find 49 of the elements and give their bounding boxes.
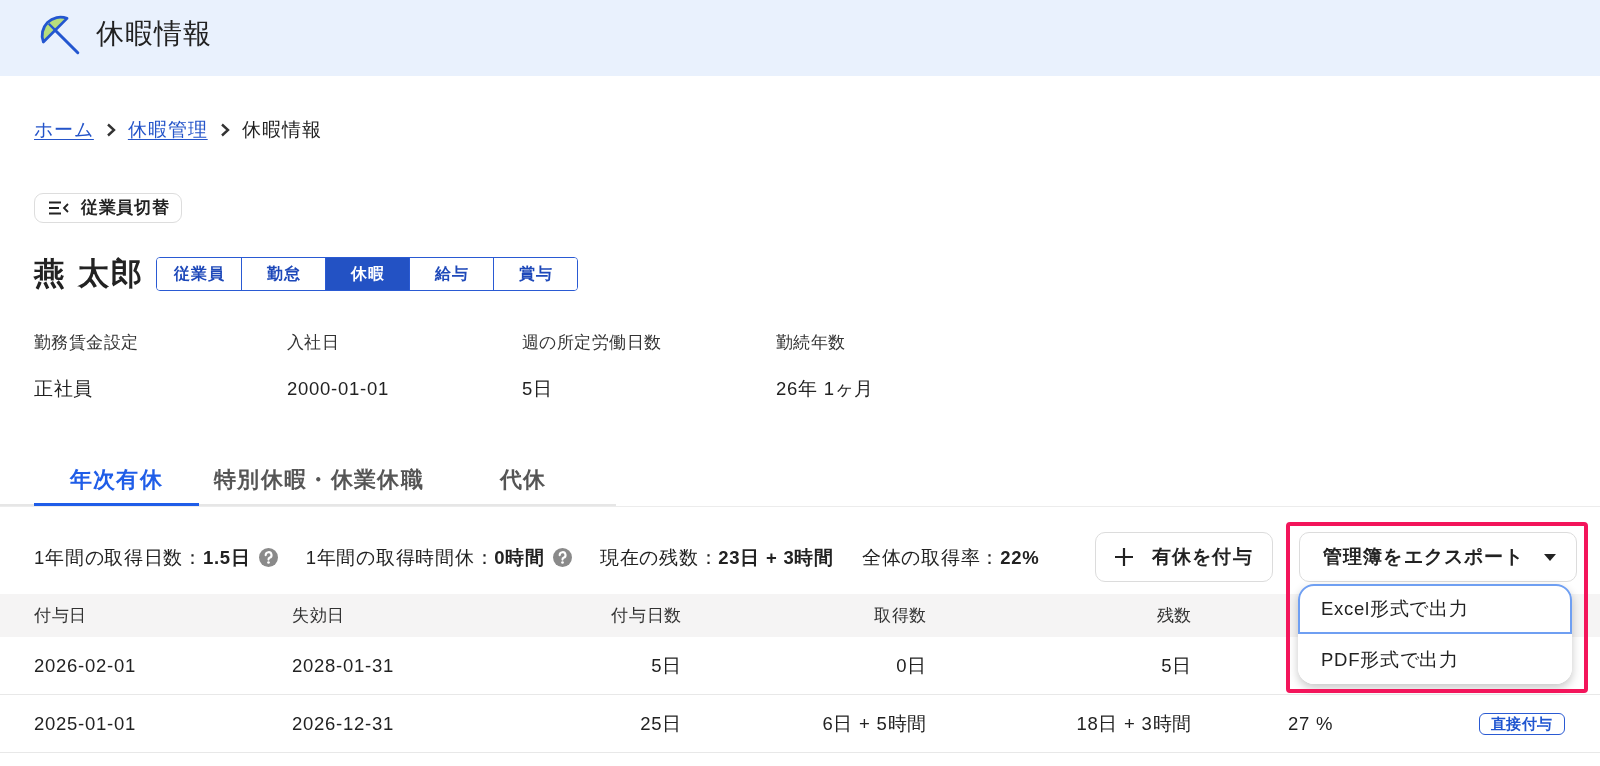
export-button[interactable]: 管理簿をエクスポート [1299, 532, 1577, 582]
info-value: 26年 1ヶ月 [776, 378, 876, 400]
info-value: 2000-01-01 [287, 378, 391, 400]
menu-item[interactable]: PDF形式で出力 [1298, 634, 1572, 684]
column-header: 付与日 [33, 604, 88, 626]
stat-text: 現在の残数：23日 + 3時間 [599, 545, 834, 570]
table-cell-text: 27 % [1287, 712, 1335, 735]
leave-type-tab[interactable]: 代休 [439, 458, 607, 506]
section-tab[interactable]: 休暇 [325, 258, 410, 290]
table-cell-text: 2028-01-31 [291, 654, 396, 677]
table-cell-text: 18日 + 3時間 [1075, 712, 1193, 736]
plus-icon [1115, 548, 1133, 566]
stat-text: 1年間の取得日数：1.5日 [34, 545, 251, 570]
grant-leave-button[interactable]: 有休を付与 [1095, 532, 1273, 582]
leave-type-tab[interactable]: 特別休暇・休業休職 [199, 458, 439, 506]
page-title: 休暇情報 [96, 17, 212, 51]
breadcrumb-current: 休暇情報 [241, 118, 322, 142]
employee-switch-button[interactable]: 従業員切替 [34, 193, 183, 223]
column-header: 失効日 [291, 604, 346, 626]
section-tab[interactable]: 賞与 [493, 258, 578, 290]
table-cell-text: 0日 [895, 654, 928, 678]
employee-name: 燕 太郎 [34, 256, 145, 292]
list-chevron-icon [48, 201, 69, 215]
info-value: 5日 [522, 378, 554, 400]
column-header: 残数 [1155, 604, 1193, 626]
leave-type-tab[interactable]: 年次有休 [34, 458, 199, 506]
chevron-right-icon [105, 123, 116, 137]
caret-down-icon [1544, 553, 1556, 561]
breadcrumb-link[interactable]: ホーム [34, 117, 94, 143]
info-value: 正社員 [34, 378, 95, 400]
breadcrumb-link[interactable]: 休暇管理 [127, 117, 208, 143]
stat-text: 全体の取得率：22% [861, 545, 1040, 570]
table-cell-text: 5日 [1160, 654, 1193, 678]
chevron-right-icon [219, 123, 230, 137]
menu-item[interactable]: Excel形式で出力 [1298, 584, 1572, 634]
grant-type-tag: 直接付与 [1478, 712, 1565, 735]
column-header: 取得数 [873, 604, 928, 626]
column-header: 付与日数 [610, 604, 683, 626]
stat-text: 1年間の取得時間休：0時間 [305, 545, 545, 570]
info-label: 勤務賃金設定 [34, 332, 140, 353]
info-label: 週の所定労働日数 [522, 332, 663, 353]
table-cell-text: 5日 [650, 654, 683, 678]
info-label: 勤続年数 [776, 332, 847, 353]
table-cell-text: 2025-01-01 [33, 712, 138, 735]
table-cell-text: 25日 [639, 712, 683, 736]
table-cell-text: 6日 + 5時間 [821, 712, 928, 736]
table-cell-text: 2026-12-31 [291, 712, 396, 735]
info-label: 入社日 [287, 332, 341, 353]
table-cell-text: 2026-02-01 [33, 654, 138, 677]
